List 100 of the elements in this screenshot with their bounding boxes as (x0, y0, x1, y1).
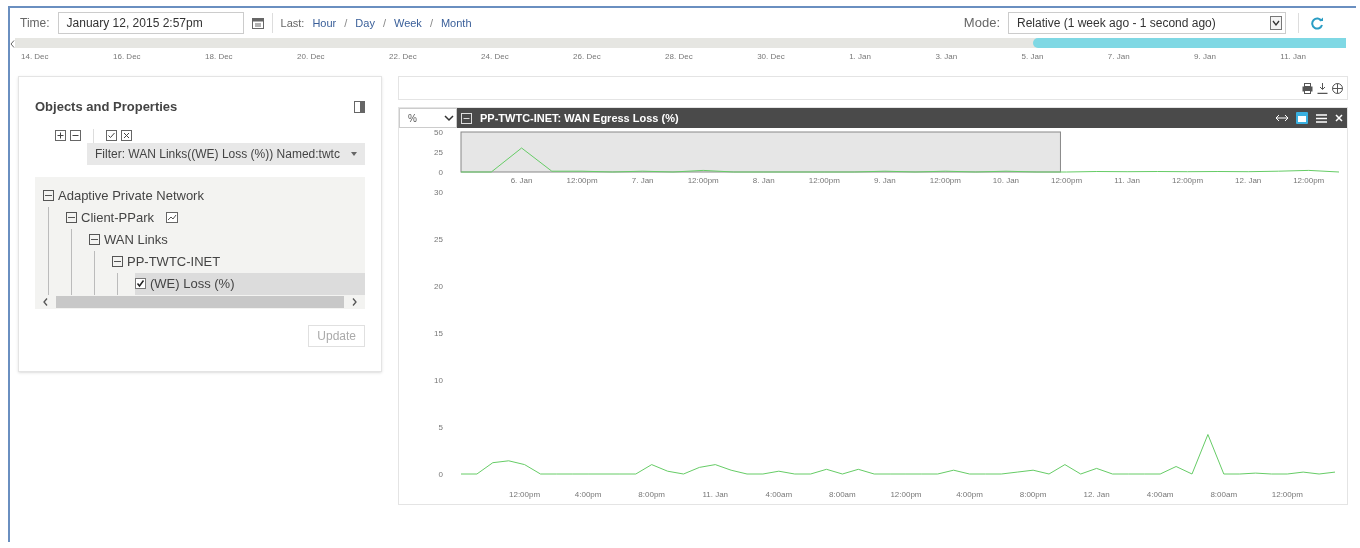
x-tick-label: 8. Jan (752, 176, 775, 185)
y-tick-label: 30 (434, 188, 443, 197)
close-icon[interactable] (1335, 114, 1343, 122)
x-tick-label: 12:00pm (566, 176, 598, 185)
filter-text: Filter: WAN Links((WE) Loss (%)) Named:twtc (95, 145, 340, 163)
mode-select[interactable]: Relative (1 week ago - 1 second ago) (1008, 12, 1286, 34)
timeline-label: 26. Dec (573, 51, 601, 63)
tree-row[interactable]: Client-PPark (66, 206, 365, 229)
collapse-icon[interactable] (66, 212, 77, 223)
x-tick-label: 4:00pm (956, 490, 983, 499)
timeline-label: 24. Dec (481, 51, 509, 63)
timeline-track[interactable] (15, 38, 1346, 48)
tree-row[interactable]: (WE) Loss (%) (135, 272, 365, 295)
x-tick-label: 4:00am (1146, 490, 1174, 499)
tree-label: WAN Links (104, 230, 168, 249)
dropdown-caret-icon (1270, 16, 1282, 30)
resize-arrows-icon[interactable] (1276, 114, 1288, 122)
refresh-icon[interactable] (1311, 16, 1324, 30)
range-link[interactable]: Hour (312, 14, 337, 32)
tree-row[interactable]: PP-TWTC-INET (112, 250, 365, 273)
collapse-icon[interactable] (112, 256, 123, 267)
x-tick-label: 12:00pm (687, 176, 719, 185)
checkbox[interactable] (135, 278, 146, 289)
scroll-right-icon[interactable] (352, 297, 357, 306)
check-all-icon[interactable] (106, 130, 117, 141)
x-tick-label: 12:00pm (808, 176, 840, 185)
timeline-label: 30. Dec (757, 51, 785, 63)
timeline-label: 14. Dec (21, 51, 49, 63)
x-tick-label: 10. Jan (992, 176, 1020, 185)
timeline-label: 18. Dec (205, 51, 233, 63)
separator: / (429, 15, 433, 31)
calendar-icon[interactable] (1296, 112, 1308, 124)
range-link[interactable]: Week (393, 14, 422, 32)
dropdown-caret-icon (444, 113, 454, 123)
y-tick-label: 5 (438, 423, 443, 432)
collapse-icon[interactable] (89, 234, 100, 245)
range-link[interactable]: Day (355, 14, 375, 32)
time-label: Time: (20, 15, 50, 32)
print-icon[interactable] (1302, 82, 1313, 94)
timeline-label: 9. Jan (1194, 51, 1216, 63)
x-tick-label: 12. Jan (1083, 490, 1110, 499)
scroll-left-icon[interactable] (43, 297, 48, 306)
download-icon[interactable] (1317, 82, 1328, 94)
x-tick-label: 11. Jan (702, 490, 729, 499)
timeline-label: 28. Dec (665, 51, 693, 63)
y-tick-label: 15 (434, 329, 443, 338)
x-tick-label: 12:00pm (929, 176, 961, 185)
dropdown-caret-icon (351, 151, 357, 156)
chart-title: PP-TWTC-INET: WAN Egress Loss (%) (480, 110, 680, 126)
y-tick-label: 50 (434, 128, 443, 137)
time-field[interactable]: January 12, 2015 2:57pm (57, 12, 244, 34)
tree-label: (WE) Loss (%) (150, 274, 235, 293)
x-tick-label: 8:00pm (638, 490, 666, 499)
timeline-label: 20. Dec (297, 51, 325, 63)
y-tick-label: 10 (434, 376, 443, 385)
tree-row[interactable]: WAN Links (89, 228, 365, 251)
range-link[interactable]: Month (440, 14, 472, 32)
x-tick-label: 12:00pm (1271, 490, 1303, 499)
y-tick-label: 0 (438, 470, 443, 479)
x-tick-label: 4:00am (765, 490, 793, 499)
separator: / (344, 15, 348, 31)
x-tick-label: 6. Jan (510, 176, 533, 185)
filter-dropdown[interactable]: Filter: WAN Links((WE) Loss (%)) Named:twtc (87, 142, 365, 165)
timeline-label: 16. Dec (113, 51, 141, 63)
x-tick-label: 12. Jan (1235, 176, 1262, 185)
mode-label: Mode: (963, 14, 1000, 33)
x-tick-label: 12:00pm (1293, 176, 1325, 185)
y-tick-label: 25 (434, 235, 443, 244)
separator: / (382, 15, 386, 31)
tree-label: Client-PPark (81, 208, 154, 227)
collapse-panel-icon[interactable] (354, 100, 365, 113)
collapse-all-icon[interactable] (70, 130, 81, 141)
x-tick-label: 12:00pm (509, 490, 541, 499)
timeline-label: 7. Jan (1107, 51, 1130, 63)
chart-icon[interactable] (165, 212, 178, 223)
tree-row[interactable]: Adaptive Private Network (43, 184, 365, 207)
collapse-icon[interactable] (43, 190, 54, 201)
x-tick-label: 12:00pm (1050, 176, 1083, 185)
x-tick-label: 12:00pm (1172, 176, 1204, 185)
x-tick-label: 11. Jan (1114, 176, 1140, 185)
unit-value: % (408, 111, 417, 126)
y-tick-label: 0 (438, 168, 443, 177)
tree-label: Adaptive Private Network (58, 186, 204, 205)
timeline-label: 1. Jan (849, 51, 871, 63)
x-tick-label: 8:00am (829, 490, 856, 499)
expand-all-icon[interactable] (55, 130, 66, 141)
timeline-label: 3. Jan (935, 51, 958, 63)
calendar-icon[interactable] (251, 17, 264, 29)
y-tick-label: 25 (434, 148, 443, 157)
timeline-label: 11. Jan (1280, 51, 1306, 63)
timeline-label: 22. Dec (389, 51, 417, 63)
menu-icon[interactable] (1316, 113, 1327, 123)
x-tick-label: 8:00pm (1019, 490, 1047, 499)
mode-value: Relative (1 week ago - 1 second ago) (1017, 15, 1216, 32)
x-tick-label: 8:00am (1210, 490, 1238, 499)
unit-select[interactable]: % (399, 108, 457, 128)
uncheck-all-icon[interactable] (121, 130, 132, 141)
scroll-left-icon[interactable] (10, 40, 15, 48)
globe-icon[interactable] (1332, 82, 1343, 94)
last-label: Last: (280, 15, 305, 31)
